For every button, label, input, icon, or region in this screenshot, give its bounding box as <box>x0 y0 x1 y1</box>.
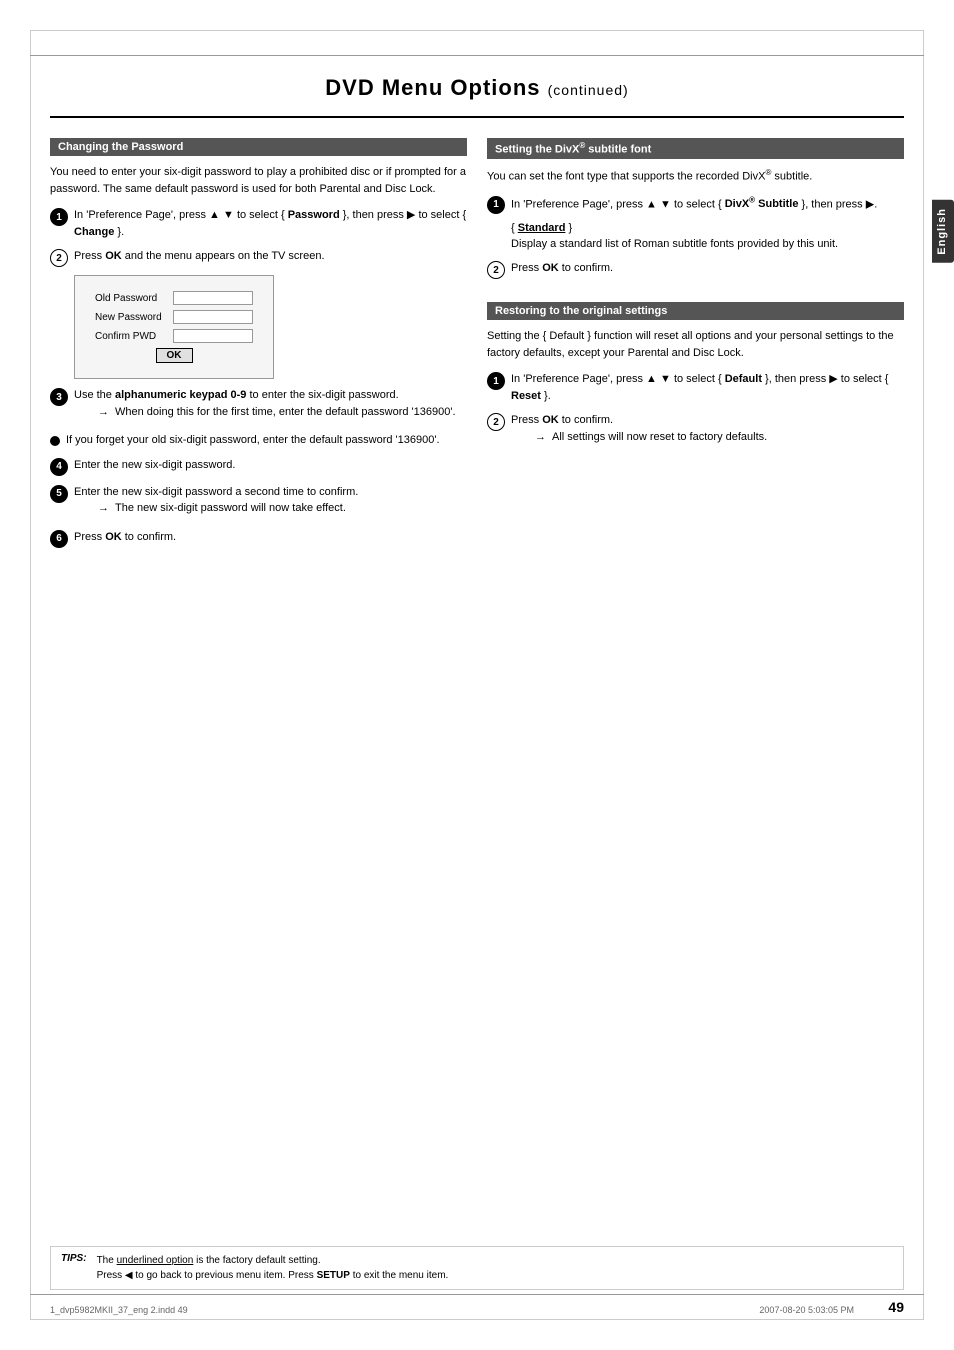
page-border <box>30 30 924 1320</box>
footer-left: 1_dvp5982MKII_37_eng 2.indd 49 <box>50 1305 188 1315</box>
footer-right: 2007-08-20 5:03:05 PM <box>759 1305 854 1315</box>
tips-content: The underlined option is the factory def… <box>97 1253 449 1283</box>
tips-section: TIPS: The underlined option is the facto… <box>50 1246 904 1290</box>
tips-label: TIPS: <box>61 1253 87 1264</box>
top-line <box>30 55 924 56</box>
english-tab: English <box>932 200 954 263</box>
page-number: 49 <box>888 1299 904 1315</box>
bottom-line <box>30 1294 924 1295</box>
tips-line2: Press ◀ to go back to previous menu item… <box>97 1268 449 1283</box>
tips-underline: underlined option <box>117 1255 194 1266</box>
tips-line1: The underlined option is the factory def… <box>97 1253 449 1268</box>
